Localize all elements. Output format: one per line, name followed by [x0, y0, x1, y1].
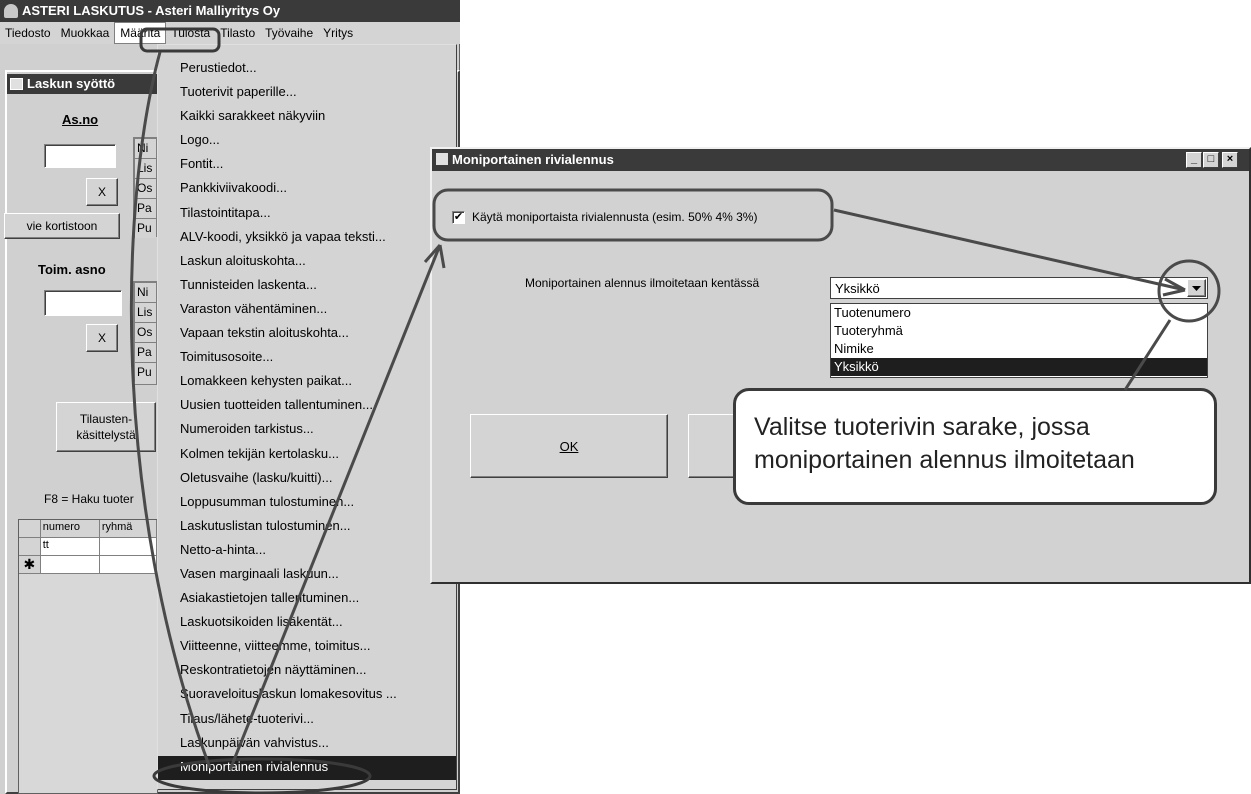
tilausten-kasittely-button[interactable]: Tilausten- käsittelystä	[56, 402, 156, 452]
maarita-menu: Perustiedot... Tuoterivit paperille... K…	[157, 44, 457, 790]
app-icon	[4, 4, 18, 18]
field-tab: Lis	[134, 158, 156, 178]
menu-item-vapaan-tekstin[interactable]: Vapaan tekstin aloituskohta...	[158, 322, 456, 346]
table-row: tt	[19, 538, 158, 556]
menu-item-vasen-marginaali[interactable]: Vasen marginaali laskuun...	[158, 563, 456, 587]
menu-item-asiakastietojen[interactable]: Asiakastietojen tallentuminen...	[158, 587, 456, 611]
clear-asno-button[interactable]: X	[86, 178, 118, 206]
option-tuoteryhma[interactable]: Tuoteryhmä	[831, 322, 1207, 340]
menu-item-oletusvaihe[interactable]: Oletusvaihe (lasku/kuitti)...	[158, 467, 456, 491]
new-row-marker-icon[interactable]: ✱	[19, 556, 41, 574]
menubar: Tiedosto Muokkaa Määritä Tulosta Tilasto Työv…	[0, 22, 460, 44]
option-tuotenumero[interactable]: Tuotenumero	[831, 304, 1207, 322]
child-window-title: Laskun syöttö	[7, 74, 167, 94]
menu-item-suoraveloitus[interactable]: Suoraveloituslaskun lomakesovitus ...	[158, 683, 456, 707]
grid-cell[interactable]	[99, 538, 158, 556]
menu-item-reskontratietojen[interactable]: Reskontratietojen näyttäminen...	[158, 659, 456, 683]
field-tab: Pa	[134, 198, 156, 218]
clear-toim-asno-button[interactable]: X	[86, 324, 118, 352]
table-row: ✱	[19, 556, 158, 574]
menu-tilasto[interactable]: Tilasto	[215, 23, 260, 44]
chevron-down-icon[interactable]	[1187, 279, 1206, 297]
menu-item-fontit[interactable]: Fontit...	[158, 153, 456, 177]
menu-item-laskun-aloituskohta[interactable]: Laskun aloituskohta...	[158, 250, 456, 274]
menu-tyovaihe[interactable]: Työvaihe	[260, 23, 318, 44]
row-header[interactable]	[19, 538, 41, 556]
field-tab: Ni	[134, 138, 156, 158]
field-label: Moniportainen alennus ilmoitetaan kentäs…	[525, 276, 760, 290]
grid-header-row: numero ryhmä	[19, 520, 158, 538]
callout-line-1: Valitse tuoterivin sarake, jossa	[754, 413, 1090, 441]
toim-asno-input[interactable]	[44, 290, 122, 316]
menu-item-lomakkeen-kehykset[interactable]: Lomakkeen kehysten paikat...	[158, 370, 456, 394]
f8-hint: F8 = Haku tuoter	[44, 492, 134, 506]
grid-cell[interactable]	[40, 556, 100, 574]
menu-item-toimitusosoite[interactable]: Toimitusosoite...	[158, 346, 456, 370]
field-select[interactable]: Yksikkö	[830, 277, 1208, 299]
customer-fields-2: Ni Lis Os Pa Pu	[133, 281, 157, 385]
product-grid: numero ryhmä tt ✱	[18, 519, 158, 794]
menu-item-tunnisteiden-laskenta[interactable]: Tunnisteiden laskenta...	[158, 274, 456, 298]
main-window-title: ASTERI LASKUTUS - Asteri Malliyritys Oy	[0, 0, 460, 22]
document-icon	[10, 78, 23, 90]
menu-muokkaa[interactable]: Muokkaa	[56, 23, 115, 44]
field-tab: Os	[134, 178, 156, 198]
menu-item-perustiedot[interactable]: Perustiedot...	[158, 57, 456, 81]
menu-maarita[interactable]: Määritä	[114, 22, 167, 44]
grid-cell[interactable]	[99, 556, 158, 574]
menu-item-tuoterivit[interactable]: Tuoterivit paperille...	[158, 81, 456, 105]
option-nimike[interactable]: Nimike	[831, 340, 1207, 358]
field-tab: Os	[134, 322, 156, 342]
menu-item-netto-a-hinta[interactable]: Netto-a-hinta...	[158, 539, 456, 563]
menu-yritys[interactable]: Yritys	[318, 23, 358, 44]
ok-button[interactable]: OK	[470, 414, 668, 478]
asno-input[interactable]	[44, 144, 116, 168]
vie-kortistoon-button[interactable]: vie kortistoon	[4, 213, 120, 239]
menu-item-varaston-vahentaminen[interactable]: Varaston vähentäminen...	[158, 298, 456, 322]
grid-header[interactable]: ryhmä	[99, 520, 158, 538]
menu-item-moniportainen[interactable]: Moniportainen rivialennus	[158, 755, 456, 780]
menu-item-tilastointitapa[interactable]: Tilastointitapa...	[158, 202, 456, 226]
menu-item-laskuotsikoiden[interactable]: Laskuotsikoiden lisäkentät...	[158, 611, 456, 635]
menu-item-viitteenne[interactable]: Viitteenne, viitteemme, toimitus...	[158, 635, 456, 659]
checkbox-label[interactable]: Käytä moniportaista rivialennusta (esim.…	[472, 210, 757, 224]
menu-item-numeroiden-tarkistus[interactable]: Numeroiden tarkistus...	[158, 418, 456, 442]
callout-line-2: moniportainen alennus ilmoitetaan	[754, 446, 1135, 474]
option-yksikko[interactable]: Yksikkö	[831, 358, 1207, 376]
maximize-button[interactable]: □	[1203, 152, 1219, 168]
menu-item-laskunpaivan[interactable]: Laskunpäivän vahvistus...	[158, 732, 456, 756]
menu-item-pankkiviivakoodi[interactable]: Pankkiviivakoodi...	[158, 177, 456, 201]
field-select-options: Tuotenumero Tuoteryhmä Nimike Yksikkö	[830, 303, 1208, 378]
row-header-corner	[19, 520, 41, 538]
moniportainen-checkbox[interactable]: ✔	[452, 211, 465, 224]
dialog-window-icon	[436, 153, 448, 165]
instruction-callout: Valitse tuoterivin sarake, jossa monipor…	[733, 388, 1217, 505]
field-tab: Pa	[134, 342, 156, 362]
field-tab: Pu	[134, 218, 156, 238]
grid-cell[interactable]: tt	[40, 538, 100, 556]
customer-fields-1: Ni Lis Os Pa Pu	[133, 137, 157, 238]
menu-item-loppusumma[interactable]: Loppusumman tulostuminen...	[158, 491, 456, 515]
close-button[interactable]: ×	[1222, 152, 1238, 168]
menu-item-kaikki-sarakkeet[interactable]: Kaikki sarakkeet näkyviin	[158, 105, 456, 129]
field-tab: Lis	[134, 302, 156, 322]
menu-tulosta[interactable]: Tulosta	[166, 23, 215, 44]
field-tab: Pu	[134, 362, 156, 382]
menu-tiedosto[interactable]: Tiedosto	[0, 23, 56, 44]
menu-item-uusien-tuotteiden[interactable]: Uusien tuotteiden tallentuminen...	[158, 394, 456, 418]
dialog-title: Moniportainen rivialennus	[432, 149, 1249, 171]
menu-item-kolmen-tekijan[interactable]: Kolmen tekijän kertolasku...	[158, 443, 456, 467]
minimize-button[interactable]: _	[1186, 152, 1202, 168]
menu-item-laskutuslista[interactable]: Laskutuslistan tulostuminen...	[158, 515, 456, 539]
grid-header[interactable]: numero	[40, 520, 100, 538]
menu-item-logo[interactable]: Logo...	[158, 129, 456, 153]
menu-item-alv-koodi[interactable]: ALV-koodi, yksikkö ja vapaa teksti...	[158, 226, 456, 250]
field-tab: Ni	[134, 282, 156, 302]
asno-label: As.no	[62, 112, 99, 127]
menu-item-tilaus-lahete[interactable]: Tilaus/lähete-tuoterivi...	[158, 708, 456, 732]
toim-asno-label: Toim. asno	[38, 262, 106, 277]
